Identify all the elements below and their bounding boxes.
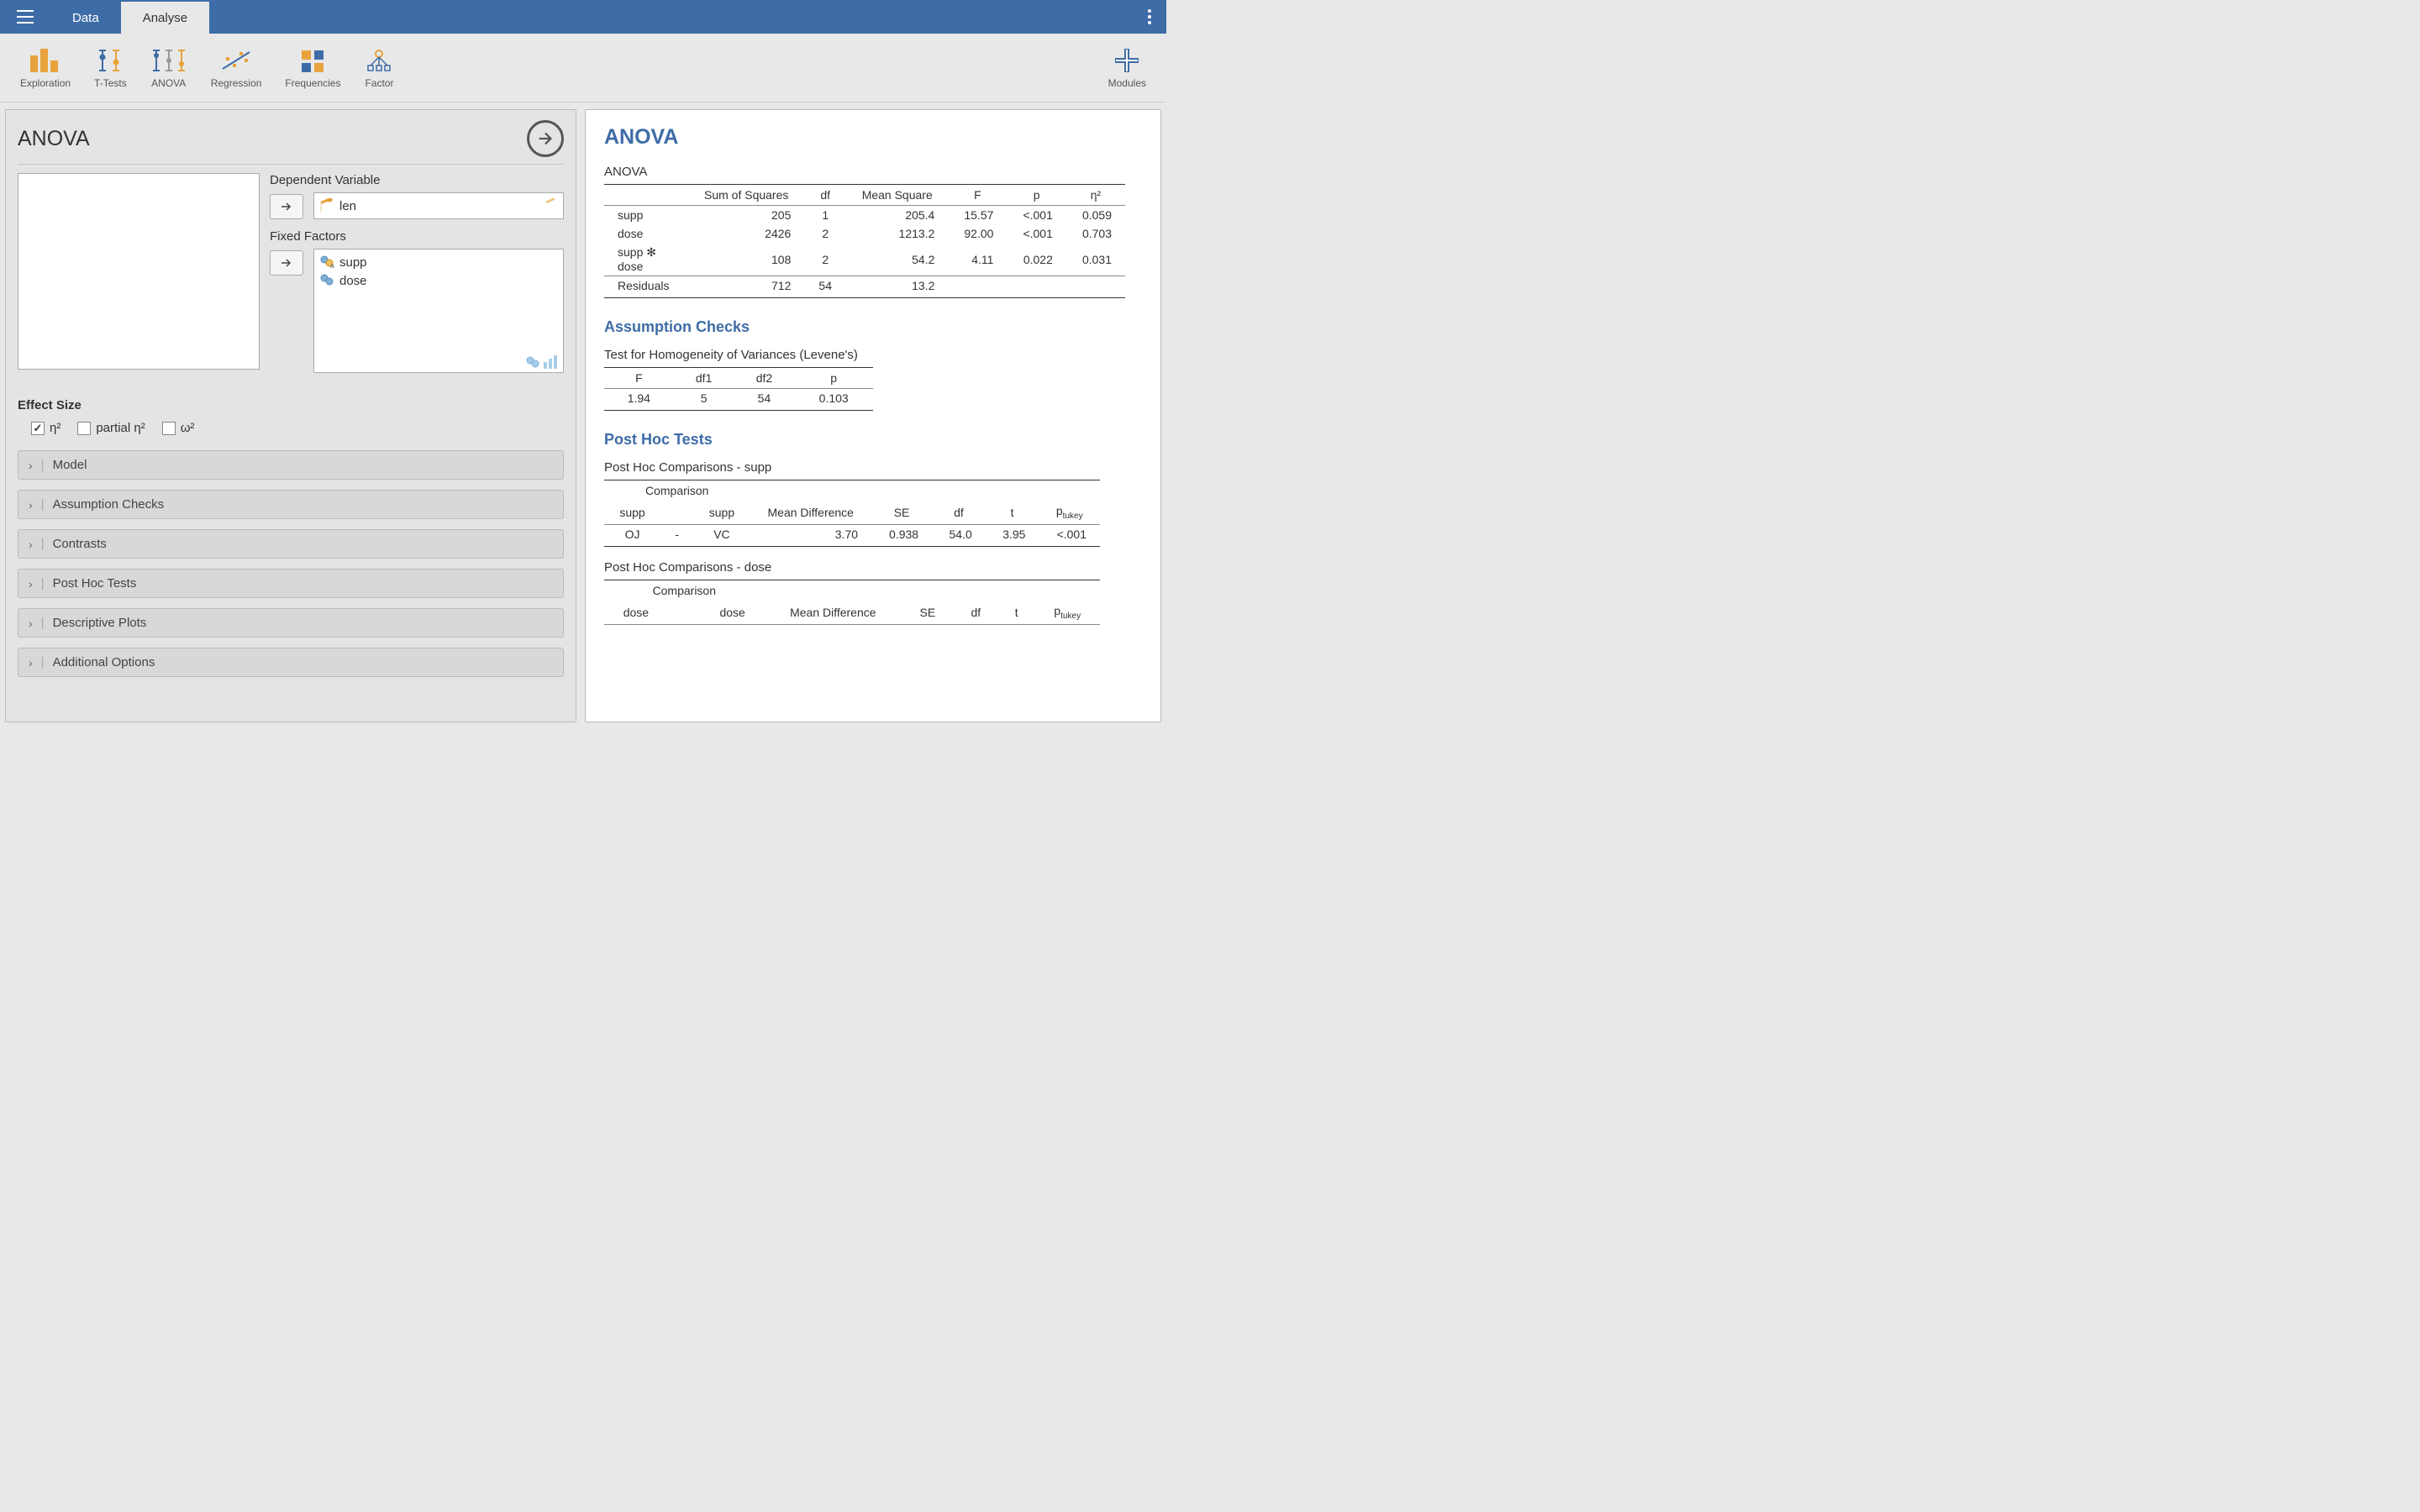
- ribbon: Exploration T-Tests ANOVA Regression Fre…: [0, 34, 1166, 102]
- chevron-right-icon: ›: [29, 459, 33, 472]
- ribbon-label: ANOVA: [151, 77, 186, 89]
- variable-item[interactable]: a supp: [319, 253, 558, 271]
- panel-header: ANOVA: [18, 120, 564, 165]
- collapse-model[interactable]: ›|Model: [18, 450, 564, 480]
- variable-targets: Dependent Variable len: [270, 173, 564, 383]
- posthoc-supp-caption: Post Hoc Comparisons - supp: [604, 460, 1142, 475]
- ribbon-label: Modules: [1108, 77, 1146, 89]
- ribbon-frequencies[interactable]: Frequencies: [273, 40, 352, 96]
- chevron-right-icon: ›: [29, 656, 33, 669]
- hamburger-icon: [17, 10, 34, 24]
- posthoc-dose-table: Comparison dosedose Mean DifferenceSEdft…: [604, 580, 1100, 625]
- results-title: ANOVA: [604, 125, 1142, 150]
- assumption-title: Assumption Checks: [604, 318, 1142, 336]
- chevron-right-icon: ›: [29, 498, 33, 512]
- variable-item[interactable]: dose: [319, 271, 558, 290]
- fixed-factors-box[interactable]: a supp dose: [313, 249, 564, 373]
- ribbon-label: Frequencies: [285, 77, 340, 89]
- panel-title: ANOVA: [18, 127, 90, 151]
- levene-caption: Test for Homogeneity of Variances (Leven…: [604, 348, 1142, 362]
- continuous-type-icon: [544, 198, 558, 216]
- ribbon-ttests[interactable]: T-Tests: [82, 40, 139, 96]
- variable-item[interactable]: len: [319, 197, 558, 215]
- levene-table: Fdf1df2p 1.945540.103: [604, 367, 873, 411]
- tab-data[interactable]: Data: [50, 0, 121, 34]
- checkbox-eta-squared[interactable]: η²: [31, 421, 60, 435]
- anova-table: Sum of Squares df Mean Square F p η² sup…: [604, 184, 1125, 298]
- collapse-post-hoc[interactable]: ›|Post Hoc Tests: [18, 569, 564, 598]
- fixed-factors-label: Fixed Factors: [270, 229, 564, 244]
- modules-icon: [1115, 47, 1139, 74]
- variable-name: dose: [339, 274, 367, 288]
- effect-size-label: Effect Size: [18, 398, 564, 412]
- variable-name: len: [339, 199, 356, 213]
- chevron-right-icon: ›: [29, 577, 33, 591]
- nominal-icon: [319, 273, 334, 288]
- results-panel: ANOVA ANOVA Sum of Squares df Mean Squar…: [585, 109, 1161, 722]
- posthoc-title: Post Hoc Tests: [604, 431, 1142, 449]
- ttests-icon: [96, 47, 124, 74]
- continuous-icon: [319, 198, 334, 213]
- arrow-right-icon: [281, 258, 292, 268]
- dependent-variable-label: Dependent Variable: [270, 173, 564, 187]
- options-panel: ANOVA Dependent Variable: [5, 109, 576, 722]
- move-to-dependent-button[interactable]: [270, 194, 303, 219]
- collapse-additional-options[interactable]: ›|Additional Options: [18, 648, 564, 677]
- variable-name: supp: [339, 255, 367, 270]
- regression-icon: [221, 47, 251, 74]
- checkbox-omega-squared[interactable]: ω²: [162, 421, 195, 435]
- tab-analyse[interactable]: Analyse: [121, 0, 209, 34]
- ribbon-anova[interactable]: ANOVA: [139, 40, 199, 96]
- collapse-descriptive-plots[interactable]: ›|Descriptive Plots: [18, 608, 564, 638]
- checkbox-icon: [162, 422, 176, 435]
- exploration-icon: [29, 47, 62, 74]
- checkbox-icon: [31, 422, 45, 435]
- ribbon-label: T-Tests: [94, 77, 127, 89]
- arrow-right-icon: [536, 129, 555, 148]
- menubar-spacer: [209, 0, 1133, 34]
- accepted-types-icons: [526, 355, 558, 369]
- variable-assignment: Dependent Variable len: [18, 173, 564, 383]
- checkbox-icon: [77, 422, 91, 435]
- variable-source-list[interactable]: [18, 173, 260, 370]
- ribbon-factor[interactable]: Factor: [352, 40, 406, 96]
- collapse-assumption-checks[interactable]: ›|Assumption Checks: [18, 490, 564, 519]
- menubar: Data Analyse: [0, 0, 1166, 34]
- collapse-contrasts[interactable]: ›|Contrasts: [18, 529, 564, 559]
- nominal-text-icon: a: [319, 255, 334, 270]
- arrow-right-icon: [281, 202, 292, 212]
- ribbon-label: Exploration: [20, 77, 71, 89]
- ribbon-modules[interactable]: Modules: [1097, 40, 1158, 96]
- svg-text:a: a: [330, 262, 334, 270]
- ribbon-label: Factor: [365, 77, 393, 89]
- ribbon-regression[interactable]: Regression: [199, 40, 274, 96]
- dots-icon: [1148, 9, 1151, 24]
- frequencies-icon: [300, 47, 325, 74]
- dependent-variable-box[interactable]: len: [313, 192, 564, 219]
- main-split: ANOVA Dependent Variable: [0, 102, 1166, 729]
- chevron-right-icon: ›: [29, 617, 33, 630]
- posthoc-dose-caption: Post Hoc Comparisons - dose: [604, 560, 1142, 575]
- kebab-menu[interactable]: [1133, 0, 1166, 34]
- ribbon-exploration[interactable]: Exploration: [8, 40, 82, 96]
- effect-size-options: η² partial η² ω²: [18, 421, 564, 435]
- ribbon-label: Regression: [211, 77, 262, 89]
- move-to-factors-button[interactable]: [270, 250, 303, 276]
- checkbox-partial-eta[interactable]: partial η²: [77, 421, 145, 435]
- anova-table-caption: ANOVA: [604, 165, 1142, 179]
- posthoc-supp-table: Comparison suppsupp Mean DifferenceSEdft…: [604, 480, 1100, 547]
- factor-icon: [364, 47, 394, 74]
- collapse-panel-button[interactable]: [527, 120, 564, 157]
- chevron-right-icon: ›: [29, 538, 33, 551]
- hamburger-menu[interactable]: [0, 0, 50, 34]
- anova-icon: [150, 47, 187, 74]
